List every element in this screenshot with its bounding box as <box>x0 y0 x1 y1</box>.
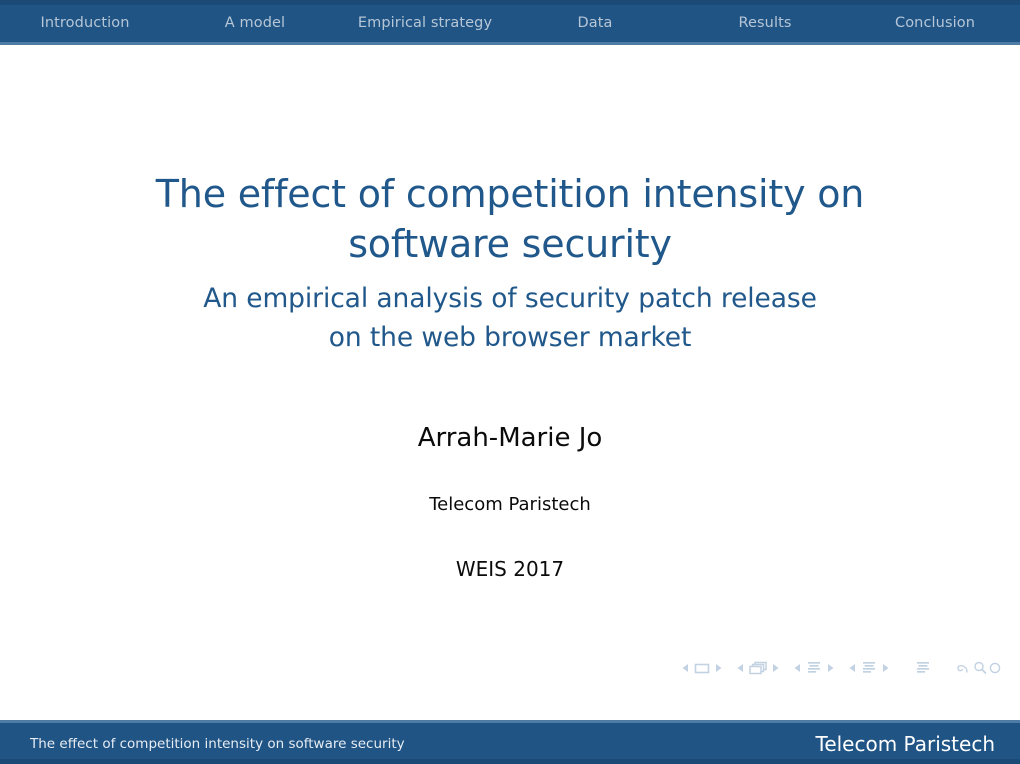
footer-bottom-line <box>0 759 1020 764</box>
nav-item-conclusion[interactable]: Conclusion <box>850 16 1020 31</box>
title-block: The effect of competition intensity on s… <box>0 169 1020 357</box>
beamer-navigation-symbols <box>680 657 1003 679</box>
slide-footer: The effect of competition intensity on s… <box>0 720 1020 764</box>
nav-item-introduction[interactable]: Introduction <box>0 16 170 31</box>
frame-current-icon[interactable] <box>747 660 769 676</box>
page-title-line-1: The effect of competition intensity on <box>155 172 865 216</box>
frame-next-icon[interactable] <box>769 661 781 675</box>
footer-institute-text: Telecom Paristech <box>815 732 996 756</box>
footer-main-band: The effect of competition intensity on s… <box>0 723 1020 759</box>
slide-content-area: The effect of competition intensity on s… <box>0 45 1020 720</box>
page-subtitle: An empirical analysis of security patch … <box>0 269 1020 357</box>
goto-icon[interactable] <box>989 660 1003 676</box>
back-icon[interactable] <box>955 660 972 676</box>
section-current-icon[interactable] <box>859 660 879 676</box>
nav-item-results[interactable]: Results <box>680 16 850 31</box>
subsection-next-icon[interactable] <box>824 661 836 675</box>
subsection-prev-icon[interactable] <box>792 661 804 675</box>
subsection-current-icon[interactable] <box>804 660 824 676</box>
section-prev-icon[interactable] <box>847 661 859 675</box>
page-subtitle-line-2: on the web browser market <box>328 322 692 353</box>
footer-title-text: The effect of competition intensity on s… <box>30 736 405 752</box>
frame-nav-group <box>735 660 781 676</box>
page-title: The effect of competition intensity on s… <box>0 169 1020 269</box>
slide-current-icon[interactable] <box>692 661 712 675</box>
presentation-date: WEIS 2017 <box>455 557 565 581</box>
nav-item-empirical-strategy[interactable]: Empirical strategy <box>340 16 510 31</box>
slide-next-icon[interactable] <box>712 661 724 675</box>
utility-nav-group <box>955 660 1003 676</box>
author-name: Arrah-Marie Jo <box>417 423 603 453</box>
presentation-icon[interactable] <box>913 660 933 676</box>
frame-prev-icon[interactable] <box>735 661 747 675</box>
nav-item-data[interactable]: Data <box>510 16 680 31</box>
slide-prev-icon[interactable] <box>680 661 692 675</box>
section-nav-group <box>847 660 891 676</box>
slide-header-navbar: Introduction A model Empirical strategy … <box>0 0 1020 45</box>
section-navigation: Introduction A model Empirical strategy … <box>0 5 1020 42</box>
subsection-nav-group <box>792 660 836 676</box>
page-title-line-2: software security <box>348 222 672 266</box>
section-next-icon[interactable] <box>879 661 891 675</box>
presentation-nav-group <box>913 660 933 676</box>
nav-item-a-model[interactable]: A model <box>170 16 340 31</box>
author-institute: Telecom Paristech <box>429 494 591 515</box>
slide-nav-group <box>680 661 724 675</box>
page-subtitle-line-1: An empirical analysis of security patch … <box>203 283 817 314</box>
search-icon[interactable] <box>972 660 989 676</box>
